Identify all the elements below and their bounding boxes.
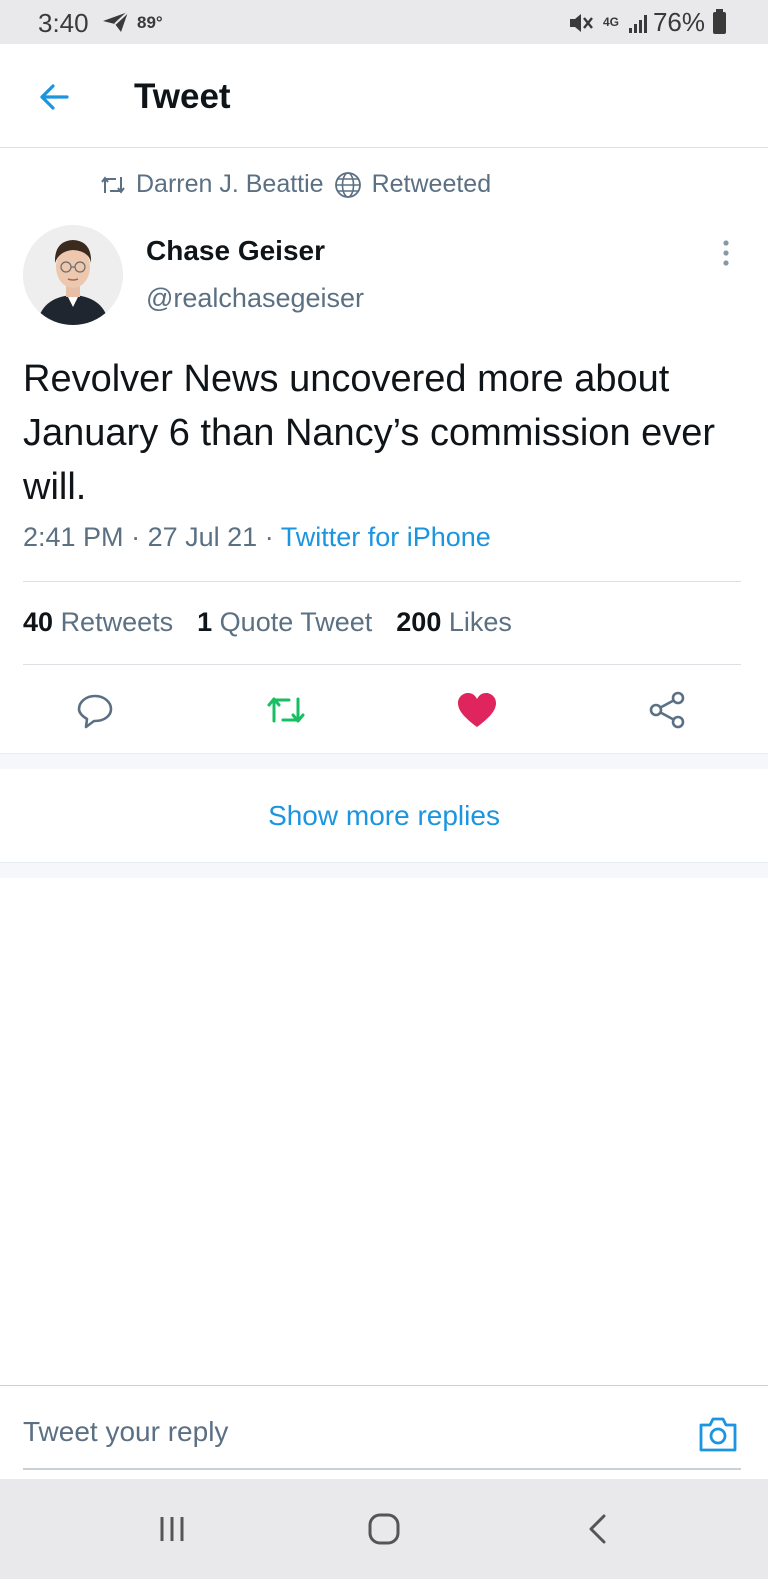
meta-separator: · bbox=[131, 522, 141, 552]
back-nav-icon[interactable] bbox=[576, 1507, 620, 1551]
tweet-text: Revolver News uncovered more about Janua… bbox=[23, 358, 716, 508]
reply-underline bbox=[23, 1468, 741, 1470]
avatar[interactable] bbox=[23, 225, 123, 325]
retweets-stat[interactable]: 40 Retweets bbox=[23, 607, 173, 638]
avatar-image bbox=[23, 225, 123, 325]
vibrate-mute-icon bbox=[569, 13, 593, 32]
page-title: Tweet bbox=[134, 77, 231, 116]
telegram-icon bbox=[103, 11, 129, 32]
divider bbox=[23, 581, 741, 582]
heart-icon[interactable] bbox=[455, 688, 499, 732]
action-bar bbox=[0, 684, 768, 736]
likes-count: 200 bbox=[396, 607, 442, 637]
retweeter-name[interactable]: Darren J. Beattie bbox=[136, 170, 324, 199]
meta-separator: · bbox=[264, 522, 274, 552]
retweeted-label: Retweeted bbox=[371, 170, 492, 198]
tweet-meta: 2:41 PM · 27 Jul 21 · Twitter for iPhone bbox=[23, 522, 491, 553]
likes-label: Likes bbox=[448, 607, 512, 637]
home-icon[interactable] bbox=[362, 1507, 406, 1551]
back-arrow-icon[interactable] bbox=[34, 77, 74, 117]
status-time: 3:40 bbox=[38, 8, 89, 38]
likes-stat[interactable]: 200 Likes bbox=[396, 607, 512, 638]
signal-icon bbox=[628, 13, 647, 33]
status-right-group: 4G 76% bbox=[567, 7, 726, 38]
tweet-source-link[interactable]: Twitter for iPhone bbox=[281, 522, 491, 552]
show-more-replies-button[interactable]: Show more replies bbox=[0, 770, 768, 862]
section-separator bbox=[0, 862, 768, 878]
battery-icon bbox=[713, 8, 726, 34]
reply-input[interactable] bbox=[23, 1416, 663, 1448]
retweet-icon[interactable] bbox=[264, 688, 308, 732]
reply-icon[interactable] bbox=[73, 688, 117, 732]
status-bar: 3:40 89° 4G 76% bbox=[0, 0, 768, 44]
camera-icon[interactable] bbox=[697, 1414, 739, 1454]
retweets-label: Retweets bbox=[60, 607, 174, 637]
status-temperature: 89° bbox=[137, 13, 163, 32]
author-handle[interactable]: @realchasegeiser bbox=[146, 283, 364, 314]
section-separator bbox=[0, 753, 768, 769]
reply-composer bbox=[0, 1385, 768, 1479]
recent-apps-icon[interactable] bbox=[150, 1507, 194, 1551]
retweet-small-icon bbox=[101, 175, 125, 194]
quotes-stat[interactable]: 1 Quote Tweet bbox=[197, 607, 372, 638]
share-icon[interactable] bbox=[646, 688, 690, 732]
app-header: Tweet bbox=[0, 44, 768, 148]
network-type: 4G bbox=[602, 15, 619, 29]
retweets-count: 40 bbox=[23, 607, 54, 637]
more-options-icon[interactable] bbox=[716, 238, 736, 272]
author-name[interactable]: Chase Geiser bbox=[146, 235, 325, 267]
divider bbox=[23, 664, 741, 665]
tweet-stats: 40 Retweets 1 Quote Tweet 200 Likes bbox=[23, 607, 512, 638]
tweet-date: 27 Jul 21 bbox=[147, 522, 258, 552]
system-nav-bar bbox=[0, 1479, 768, 1579]
retweet-context: Darren J. Beattie Retweeted bbox=[100, 170, 491, 199]
quotes-count: 1 bbox=[197, 607, 213, 637]
globe-icon bbox=[334, 171, 361, 198]
battery-percent: 76% bbox=[652, 7, 705, 37]
tweet-time: 2:41 PM bbox=[23, 522, 124, 552]
quotes-label: Quote Tweet bbox=[219, 607, 373, 637]
